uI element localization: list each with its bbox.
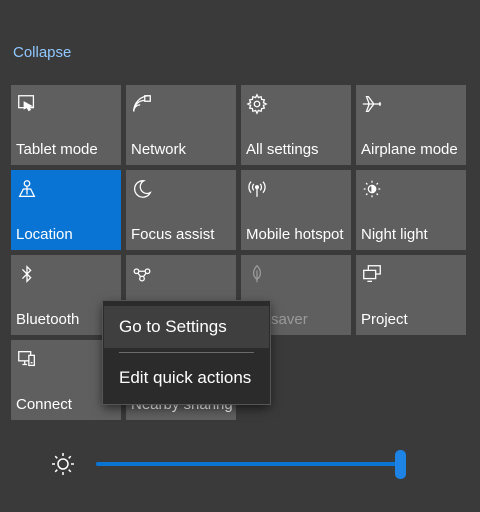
tile-airplane-mode[interactable]: Airplane mode: [356, 85, 466, 165]
tile-focus-assist[interactable]: Focus assist: [126, 170, 236, 250]
hotspot-icon: [246, 178, 270, 202]
menu-item-go-to-settings[interactable]: Go to Settings: [104, 306, 269, 348]
location-icon: [16, 178, 40, 202]
tile-label: Night light: [361, 226, 428, 243]
tile-label: Location: [16, 226, 73, 243]
tile-label: Focus assist: [131, 226, 215, 243]
tile-label: Tablet mode: [16, 141, 98, 158]
menu-item-edit-quick-actions[interactable]: Edit quick actions: [104, 357, 269, 399]
tile-label: Mobile hotspot: [246, 226, 344, 243]
connect-icon: [16, 348, 40, 372]
collapse-link[interactable]: Collapse: [13, 44, 71, 61]
battery-saver-icon: [246, 263, 270, 287]
tile-tablet-mode[interactable]: Tablet mode: [11, 85, 121, 165]
menu-divider: [119, 352, 254, 353]
brightness-icon: [49, 450, 77, 478]
tile-label: Airplane mode: [361, 141, 458, 158]
project-icon: [361, 263, 385, 287]
tile-network[interactable]: Network: [126, 85, 236, 165]
tile-label: Project: [361, 311, 408, 328]
tile-all-settings[interactable]: All settings: [241, 85, 351, 165]
gear-icon: [246, 93, 270, 117]
tile-mobile-hotspot[interactable]: Mobile hotspot: [241, 170, 351, 250]
tile-project[interactable]: Project: [356, 255, 466, 335]
bluetooth-icon: [16, 263, 40, 287]
context-menu: Go to Settings Edit quick actions: [103, 301, 270, 404]
vpn-icon: [131, 263, 155, 287]
night-light-icon: [361, 178, 385, 202]
network-icon: [131, 93, 155, 117]
airplane-icon: [361, 93, 385, 117]
tile-night-light[interactable]: Night light: [356, 170, 466, 250]
tile-label: All settings: [246, 141, 319, 158]
brightness-slider-track[interactable]: [96, 462, 401, 466]
tile-location[interactable]: Location: [11, 170, 121, 250]
tile-label: Connect: [16, 396, 72, 413]
moon-icon: [131, 178, 155, 202]
tablet-mode-icon: [16, 93, 40, 117]
tile-label: Network: [131, 141, 187, 158]
tile-label: Bluetooth: [16, 311, 80, 328]
brightness-slider-thumb[interactable]: [395, 450, 406, 479]
